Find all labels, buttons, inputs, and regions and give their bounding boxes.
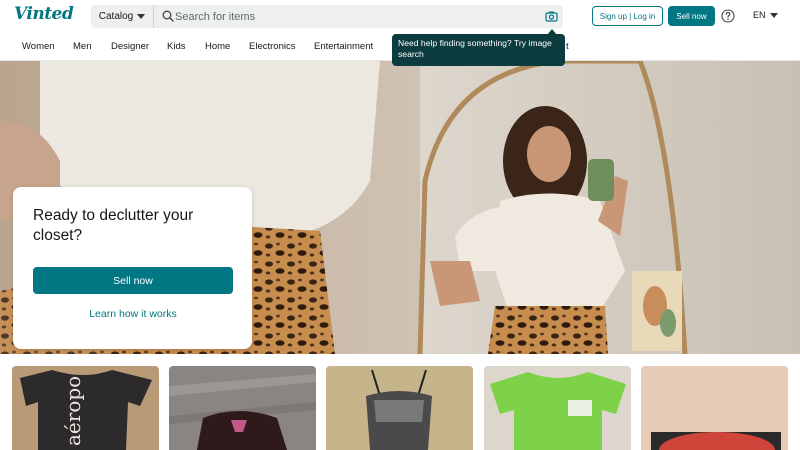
language-label: EN [753, 10, 766, 20]
hero-banner: Ready to declutter your closet? Sell now… [0, 61, 800, 354]
search-bar: Catalog [91, 5, 563, 28]
image-search-tooltip: Need help finding something? Try image s… [392, 34, 565, 66]
nav-item-home[interactable]: Home [205, 41, 230, 52]
chevron-down-icon [769, 12, 778, 18]
item-photo-orange-item [641, 366, 788, 450]
language-selector[interactable]: EN [753, 10, 778, 20]
hero-title: Ready to declutter your closet? [33, 207, 194, 244]
camera-icon[interactable] [545, 10, 558, 23]
catalog-label: Catalog [98, 11, 134, 22]
item-card[interactable] [326, 366, 473, 450]
item-card[interactable] [484, 366, 631, 450]
item-print-text: aéropo [61, 376, 85, 446]
search-icon [162, 10, 174, 22]
nav-item-designer[interactable]: Designer [111, 41, 149, 52]
nav-item-partial[interactable]: t [566, 41, 569, 52]
item-photo-green-tee [484, 366, 631, 450]
nav-item-electronics[interactable]: Electronics [249, 41, 295, 52]
search-input[interactable] [175, 7, 535, 26]
nav-item-entertainment[interactable]: Entertainment [314, 41, 373, 52]
sell-now-button[interactable]: Sell now [668, 6, 715, 26]
nav-item-men[interactable]: Men [73, 41, 91, 52]
chevron-down-icon [137, 14, 146, 19]
item-photo-black-tee: aéropo [12, 366, 159, 450]
signup-login-button[interactable]: Sign up | Log in [592, 6, 663, 26]
help-icon[interactable] [721, 9, 735, 23]
hero-sell-now-button[interactable]: Sell now [33, 267, 233, 294]
hero-card: Ready to declutter your closet? Sell now… [13, 187, 252, 349]
vinted-logo[interactable]: Vinted [14, 4, 74, 24]
top-header: Vinted Catalog Sign up | Log in Sell now… [0, 0, 800, 33]
item-photo-sequin-top [326, 366, 473, 450]
learn-how-it-works-link[interactable]: Learn how it works [33, 308, 233, 320]
nav-item-women[interactable]: Women [22, 41, 55, 52]
item-card[interactable] [169, 366, 316, 450]
item-card[interactable] [641, 366, 788, 450]
nav-item-kids[interactable]: Kids [167, 41, 185, 52]
item-photo-dark-knit [169, 366, 316, 450]
item-card[interactable]: aéropo [12, 366, 159, 450]
catalog-dropdown[interactable]: Catalog [91, 5, 154, 28]
